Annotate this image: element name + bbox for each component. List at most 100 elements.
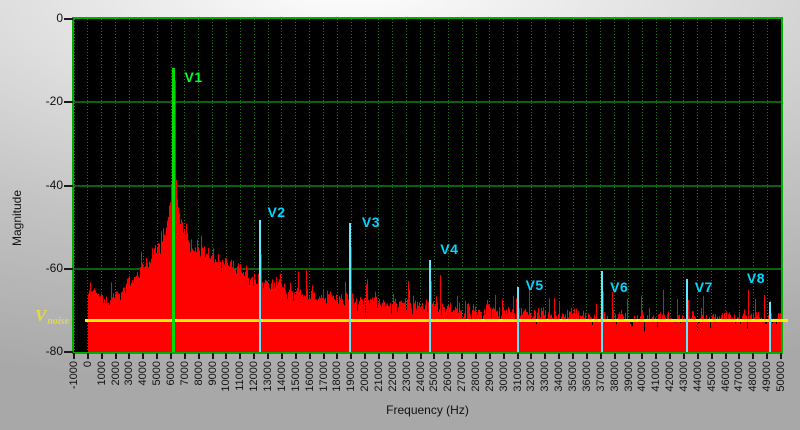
x-tick-label: 19000 [345,361,358,392]
x-tick-mark [197,353,200,359]
x-tick-mark [599,353,602,359]
harmonic-cursor-line-v2[interactable] [259,220,262,352]
harmonic-cursor-line-v6[interactable] [601,271,604,352]
x-tick-label: 32000 [525,361,538,392]
x-tick-label: 18000 [331,361,344,392]
x-tick-mark [766,353,769,359]
x-tick-label: 7000 [178,361,191,386]
y-tick-mark [64,267,73,270]
harmonic-cursor-label-v7: V7 [694,278,713,295]
x-tick-mark [516,353,519,359]
y-tick-label: -20 [45,94,63,109]
noise-cursor-line[interactable] [85,319,788,323]
x-tick-mark [682,353,685,359]
x-tick-label: 38000 [608,361,621,392]
x-tick-label: 9000 [206,361,219,386]
x-tick-label: 36000 [580,361,593,392]
x-tick-mark [405,353,408,359]
x-tick-mark [433,353,436,359]
x-tick-mark [100,353,103,359]
harmonic-cursor-line-v4[interactable] [429,260,432,352]
x-tick-mark [696,353,699,359]
x-tick-mark [627,353,630,359]
x-tick-label: 15000 [289,361,302,392]
x-tick-label: 10000 [220,361,233,392]
x-tick-label: -1000 [68,361,80,390]
harmonic-cursor-line-v7[interactable] [685,279,688,352]
x-tick-label: 30000 [497,361,510,392]
y-tick-mark [64,351,73,353]
x-tick-mark [114,353,117,359]
harmonic-cursor-label-v5: V5 [525,276,544,293]
x-tick-mark [364,353,367,359]
x-tick-label: 26000 [442,361,455,392]
x-tick-label: 23000 [400,361,413,392]
x-tick-mark [183,353,186,359]
harmonic-cursor-label-v1: V1 [184,69,203,86]
x-tick-mark [156,353,159,359]
x-tick-mark [558,353,561,359]
x-tick-mark [73,353,75,359]
x-tick-mark [585,353,588,359]
y-tick-label: -60 [45,260,63,275]
spectrum-trace-path [88,68,781,354]
harmonic-cursor-label-v2: V2 [267,203,286,220]
x-tick-mark [170,353,173,359]
x-tick-mark [142,353,145,359]
x-tick-mark [322,353,325,359]
noise-label-main: V [35,306,47,325]
x-tick-mark [225,353,228,359]
harmonic-cursor-line-v5[interactable] [516,287,519,352]
x-tick-label: 5000 [151,361,164,386]
x-tick-label: 16000 [303,361,316,392]
x-tick-mark [738,353,741,359]
noise-label-sub: noise [47,316,70,327]
x-tick-mark [86,353,89,359]
x-tick-label: 14000 [275,361,288,392]
x-tick-label: 46000 [719,361,732,392]
x-tick-label: 20000 [359,361,372,392]
x-tick-mark [488,353,491,359]
x-tick-label: 34000 [553,361,566,392]
x-tick-label: 43000 [677,361,690,392]
x-tick-label: 44000 [691,361,704,392]
harmonic-cursor-line-v8[interactable] [768,302,771,352]
x-tick-label: 0 [81,361,94,368]
x-tick-mark [350,353,353,359]
x-tick-label: 4000 [137,361,150,386]
x-tick-mark [530,353,533,359]
harmonic-cursor-line-v1[interactable] [172,68,176,352]
x-tick-mark [377,353,380,359]
x-tick-mark [669,353,672,359]
x-tick-label: 24000 [414,361,427,392]
noise-cursor-label[interactable]: Vnoise [35,306,70,327]
x-tick-label: 33000 [539,361,552,392]
x-tick-mark [710,353,713,359]
x-tick-label: 1000 [95,361,108,386]
x-tick-mark [655,353,658,359]
x-tick-mark [502,353,505,359]
x-tick-label: 48000 [747,361,760,392]
x-tick-mark [280,353,283,359]
x-tick-label: 25000 [428,361,441,392]
harmonic-cursor-label-v8: V8 [746,269,766,286]
x-tick-mark [267,353,270,359]
harmonic-cursor-line-v3[interactable] [348,222,351,352]
x-tick-label: 42000 [664,361,677,392]
x-tick-label: 13000 [262,361,275,392]
x-tick-mark [461,353,464,359]
y-axis-title: Magnitude [10,189,24,247]
x-tick-mark [724,353,727,359]
x-tick-mark [253,353,256,359]
x-tick-mark [780,353,782,359]
x-tick-mark [391,353,394,359]
harmonic-cursor-label-v4: V4 [440,241,459,258]
x-tick-mark [336,353,339,359]
y-tick-label: 0 [56,11,63,25]
x-tick-label: 39000 [622,361,635,392]
x-tick-mark [211,353,214,359]
x-tick-label: 45000 [705,361,718,392]
spectrum-analyzer-chart: Magnitude Frequency (Hz) Vnoise 0 -20 -40 -… [0,0,800,430]
x-tick-mark [572,353,575,359]
harmonic-cursor-label-v3: V3 [361,213,380,230]
